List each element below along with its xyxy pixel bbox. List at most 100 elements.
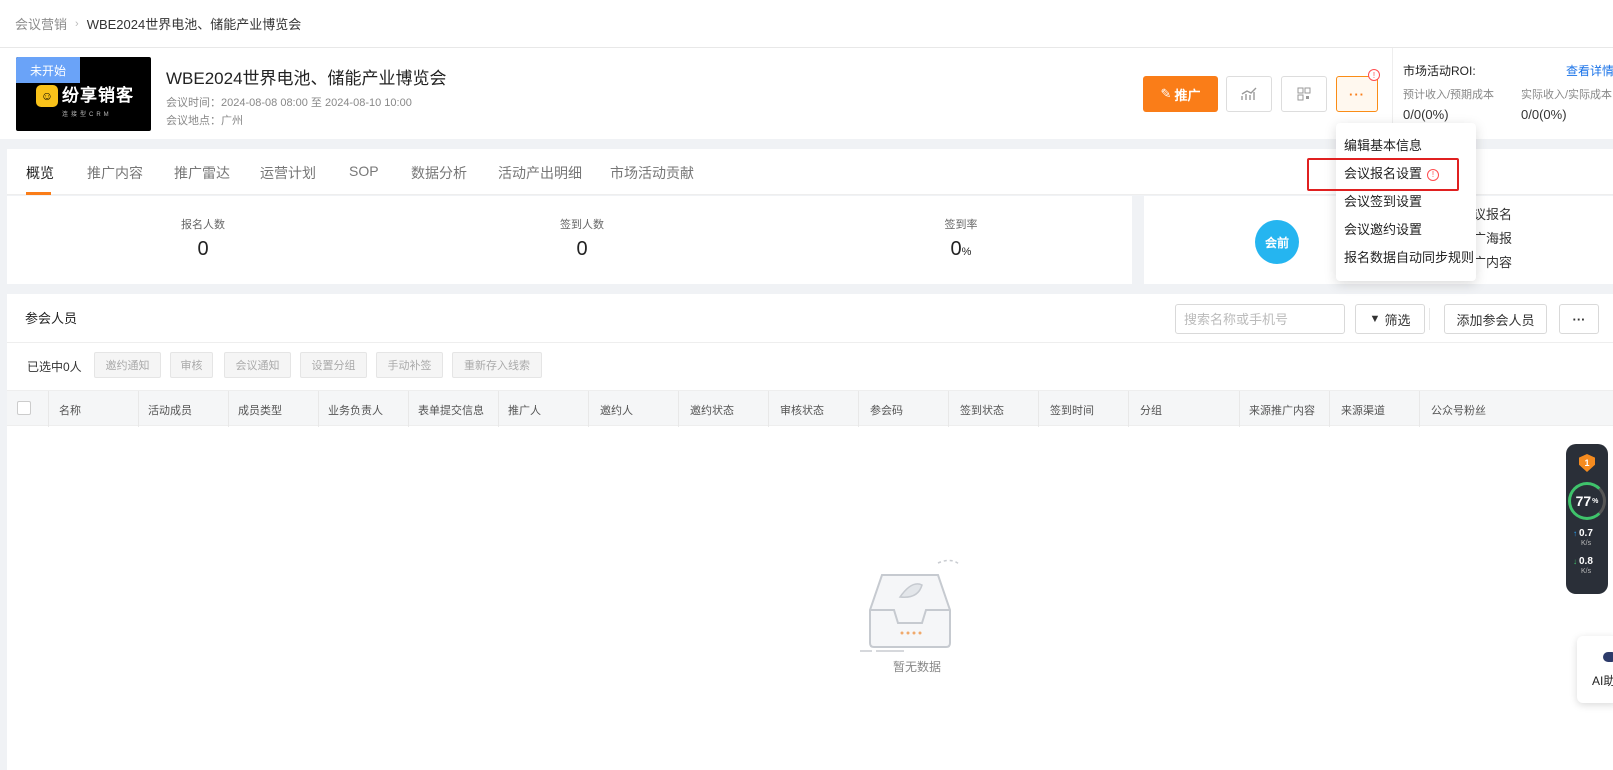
breadcrumb-separator: › (75, 17, 79, 30)
stat-label: 签到率 (944, 219, 978, 231)
column-divider (318, 391, 319, 427)
side-link-signup[interactable]: 议报名 (1473, 204, 1512, 223)
logo-subtext: 连接型CRM (62, 112, 112, 118)
tab-sop[interactable]: SOP (349, 163, 379, 179)
roi-expected-value: 0/0(0%) (1403, 107, 1449, 122)
column-divider (1038, 391, 1039, 427)
column-header[interactable]: 来源推广内容 (1249, 402, 1315, 418)
tab-data-analysis[interactable]: 数据分析 (411, 163, 467, 183)
promote-button[interactable]: ✎ 推广 (1143, 76, 1218, 112)
members-card: 参会人员 ▼ 筛选 添加参会人员 ··· 已选中0人 邀约通知 审核 会议通知 … (7, 294, 1613, 770)
search-input[interactable] (1175, 304, 1345, 334)
network-speed-widget[interactable]: 1 77% ↑ 0.7 K/s ↓ 0.8 K/s (1566, 444, 1608, 594)
breadcrumb-current: WBE2024世界电池、储能产业博览会 (86, 17, 302, 32)
breadcrumb: 会议营销 › WBE2024世界电池、储能产业博览会 (0, 0, 1613, 48)
roi-expected-label: 预计收入/预期成本 (1403, 89, 1495, 101)
column-divider (678, 391, 679, 427)
empty-state-text: 暂无数据 (893, 660, 942, 674)
ai-assistant-widget[interactable]: AI助 (1577, 636, 1613, 703)
ai-assistant-label: AI助 (1592, 674, 1613, 688)
menu-item-sync-rules[interactable]: 报名数据自动同步规则 (1344, 247, 1474, 266)
qrcode-button[interactable] (1281, 76, 1327, 112)
shield-icon: 1 (1579, 454, 1595, 472)
stat-checkin-rate: 签到率 0% (891, 216, 1031, 261)
column-header[interactable]: 成员类型 (238, 402, 282, 418)
column-header[interactable]: 邀约状态 (690, 402, 734, 418)
column-header[interactable]: 邀约人 (600, 402, 633, 418)
column-header[interactable]: 推广人 (508, 402, 541, 418)
column-divider (1239, 391, 1240, 427)
trend-chart-icon (1241, 87, 1257, 100)
side-link-content[interactable]: 广内容 (1473, 252, 1512, 271)
select-all-checkbox[interactable] (17, 401, 31, 415)
menu-item-invite-settings[interactable]: 会议邀约设置 (1344, 219, 1422, 238)
bulk-group-button[interactable]: 设置分组 (300, 352, 367, 378)
roi-title: 市场活动ROI: (1403, 64, 1476, 78)
column-header[interactable]: 表单提交信息 (418, 402, 484, 418)
divider (7, 342, 1613, 343)
column-divider (138, 391, 139, 427)
event-time: 会议时间：2024-08-08 08:00 至 2024-08-10 10:00 (166, 97, 412, 109)
promote-button-label: 推广 (1174, 87, 1201, 103)
column-header[interactable]: 分组 (1140, 402, 1162, 418)
empty-state (860, 555, 980, 658)
members-more-button[interactable]: ··· (1559, 304, 1599, 334)
add-member-button[interactable]: 添加参会人员 (1444, 304, 1547, 334)
menu-item-checkin-settings[interactable]: 会议签到设置 (1344, 191, 1422, 210)
column-header[interactable]: 签到时间 (1050, 402, 1094, 418)
download-speed: ↓ 0.8 K/s (1573, 556, 1593, 576)
tab-contribution[interactable]: 市场活动贡献 (610, 163, 694, 183)
bulk-resave-leads-button[interactable]: 重新存入线索 (452, 352, 542, 378)
broom-icon: ✎ (1160, 86, 1172, 101)
active-tab-indicator (26, 192, 51, 195)
column-divider (1128, 391, 1129, 427)
tab-promo-content[interactable]: 推广内容 (87, 163, 143, 183)
stat-label: 报名人数 (181, 219, 225, 231)
page-title: WBE2024世界电池、储能产业博览会 (166, 69, 447, 88)
empty-box-icon (860, 559, 961, 652)
stat-checkins: 签到人数 0 (512, 216, 652, 261)
column-divider (768, 391, 769, 427)
filter-button[interactable]: ▼ 筛选 (1355, 304, 1425, 334)
logo-text: 纷享销客 (62, 86, 134, 105)
chart-button[interactable] (1226, 76, 1272, 112)
roi-detail-link[interactable]: 查看详情 (1566, 62, 1613, 79)
bulk-review-button[interactable]: 审核 (170, 352, 213, 378)
upload-speed: ↑ 0.7 K/s (1573, 528, 1593, 548)
stat-label: 签到人数 (560, 219, 604, 231)
column-divider (948, 391, 949, 427)
column-header[interactable]: 审核状态 (780, 402, 824, 418)
stat-value: 0 (576, 238, 588, 260)
more-actions-button[interactable]: ··· (1336, 76, 1378, 112)
table-header: 名称 活动成员 成员类型 业务负责人 表单提交信息 推广人 邀约人 邀约状态 审… (7, 390, 1613, 427)
column-divider (408, 391, 409, 427)
bulk-meeting-notify-button[interactable]: 会议通知 (224, 352, 291, 378)
column-header[interactable]: 来源渠道 (1341, 402, 1385, 418)
column-divider (1329, 391, 1330, 427)
tab-promo-radar[interactable]: 推广雷达 (174, 163, 230, 183)
filter-icon: ▼ (1369, 313, 1381, 325)
warning-icon: ! (1368, 69, 1380, 81)
event-cover-image: 未开始 ☺ 纷享销客 连接型CRM (16, 57, 151, 131)
more-actions-menu: 编辑基本信息 会议报名设置! 会议签到设置 会议邀约设置 报名数据自动同步规则 (1336, 123, 1476, 281)
column-header[interactable]: 业务负责人 (328, 402, 383, 418)
side-link-poster[interactable]: 广海报 (1473, 228, 1512, 247)
column-header[interactable]: 名称 (59, 402, 81, 418)
bulk-invite-notify-button[interactable]: 邀约通知 (94, 352, 161, 378)
column-header[interactable]: 公众号粉丝 (1431, 402, 1486, 418)
tab-overview[interactable]: 概览 (26, 163, 54, 183)
bulk-manual-checkin-button[interactable]: 手动补签 (376, 352, 443, 378)
column-header[interactable]: 签到状态 (960, 402, 1004, 418)
column-header[interactable]: 参会码 (870, 402, 903, 418)
annotation-highlight-box (1307, 158, 1459, 191)
brand-logo: ☺ 纷享销客 (36, 85, 134, 107)
menu-item-edit-info[interactable]: 编辑基本信息 (1344, 135, 1422, 154)
stat-signups: 报名人数 0 (133, 216, 273, 261)
breadcrumb-parent[interactable]: 会议营销 (15, 14, 67, 33)
members-title: 参会人员 (25, 311, 78, 326)
tab-output-detail[interactable]: 活动产出明细 (498, 163, 582, 183)
tab-ops-plan[interactable]: 运营计划 (260, 163, 316, 183)
roi-actual-label: 实际收入/实际成本 (1521, 89, 1613, 101)
column-header[interactable]: 活动成员 (148, 402, 192, 418)
event-place: 会议地点：广州 (166, 115, 243, 127)
